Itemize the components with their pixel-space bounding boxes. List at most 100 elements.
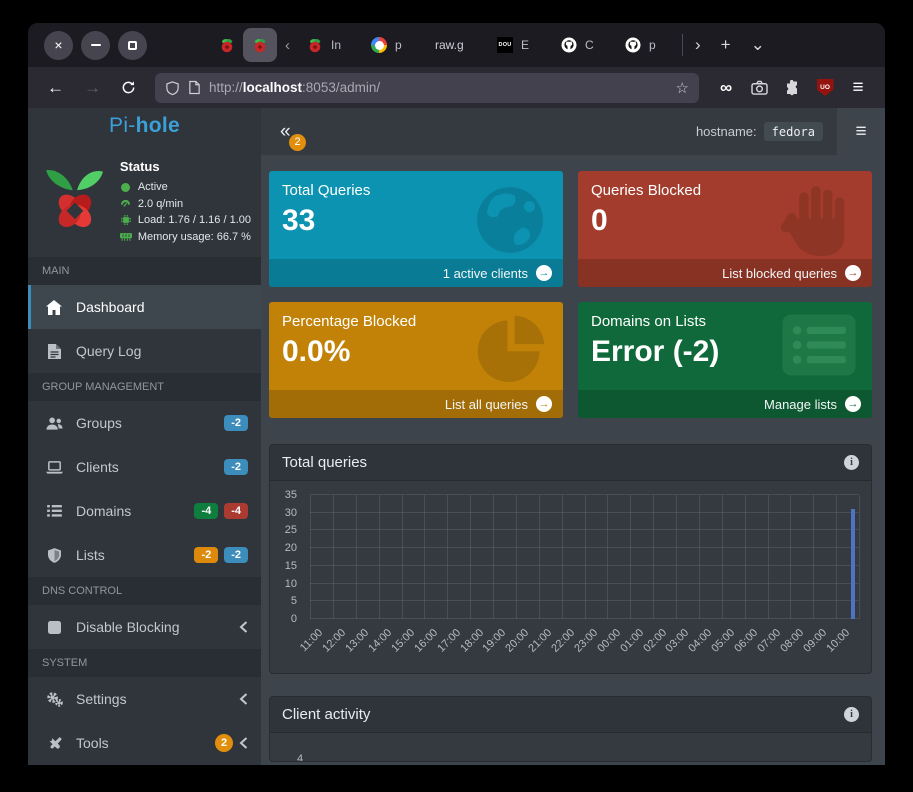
- browser-tab-3[interactable]: In: [298, 28, 362, 62]
- clients-count-badge: -2: [224, 459, 248, 475]
- total-queries-xaxis: 11:0012:0013:0014:0015:0016:0017:0018:00…: [310, 623, 859, 671]
- sidebar-item-lists[interactable]: Lists -2 -2: [28, 533, 261, 577]
- url-text: http://localhost:8053/admin/: [209, 80, 668, 95]
- puzzle-extensions-icon[interactable]: [779, 75, 805, 101]
- sidebar-item-groups[interactable]: Groups -2: [28, 401, 261, 445]
- sidebar-item-domains[interactable]: Domains -4 -4: [28, 489, 261, 533]
- total-queries-card: Total Queries 33 1 active clients →: [269, 171, 563, 287]
- window-maximize-button[interactable]: [118, 31, 147, 60]
- tab-title: C: [585, 38, 607, 52]
- tab-title: p: [649, 38, 671, 52]
- dashboard-content: Total Queries 33 1 active clients →: [261, 155, 885, 765]
- tab-title: raw.g: [435, 38, 479, 52]
- menu-label: Lists: [76, 547, 105, 563]
- sidebar-item-query-log[interactable]: Query Log: [28, 329, 261, 373]
- main-area: « 2 hostname: fedora ≡ Total Queries 33: [261, 108, 885, 765]
- browser-tab-pinned-pihole[interactable]: [211, 28, 243, 62]
- total-queries-plot: [310, 495, 859, 619]
- browser-tab-5[interactable]: raw.g: [426, 28, 488, 62]
- list-all-queries-link[interactable]: List all queries →: [269, 390, 563, 418]
- queries-blocked-card: Queries Blocked 0 List blocked queries →: [578, 171, 872, 287]
- status-block: Status Active 2.0 q/min Load: 1.76 / 1.1…: [28, 143, 261, 257]
- sidebar-item-tools[interactable]: Tools 2: [28, 721, 261, 765]
- firefox-menu-icon[interactable]: ≡: [845, 75, 871, 101]
- arrow-circle-right-icon: →: [845, 396, 861, 412]
- pihole-logo-text[interactable]: Pi-hole: [28, 108, 261, 143]
- shield-permissions-icon[interactable]: [165, 80, 180, 96]
- status-memory: Memory usage: 66.7 %: [120, 231, 251, 243]
- hand-paper-icon: [778, 181, 858, 261]
- extension-buttons: ∞ UO ≡: [709, 75, 875, 101]
- list-blocked-queries-link[interactable]: List blocked queries →: [578, 259, 872, 287]
- tab-dropdown-icon[interactable]: ⌄: [741, 35, 775, 55]
- domains-allow-badge: -4: [194, 503, 218, 519]
- percentage-blocked-card: Percentage Blocked 0.0% List all queries…: [269, 302, 563, 418]
- footer-label: 1 active clients: [443, 266, 528, 281]
- gears-icon: [45, 692, 63, 707]
- browser-tab-active-pihole[interactable]: [243, 28, 277, 62]
- pihole-favicon: [219, 37, 235, 53]
- users-icon: [45, 417, 63, 430]
- tab-strip: ‹ In p raw.g DOU E C p: [161, 23, 680, 67]
- containers-extension-icon[interactable]: ∞: [713, 75, 739, 101]
- dou-favicon: DOU: [497, 37, 513, 53]
- chevron-left-icon: [239, 737, 248, 749]
- tab-title: In: [331, 38, 353, 52]
- domains-deny-badge: -4: [224, 503, 248, 519]
- app-topbar: « 2 hostname: fedora ≡: [261, 108, 885, 155]
- browser-tab-6[interactable]: DOU E: [488, 28, 552, 62]
- sidebar-item-disable-blocking[interactable]: Disable Blocking: [28, 605, 261, 649]
- file-icon: [45, 344, 63, 359]
- manage-lists-link[interactable]: Manage lists →: [578, 390, 872, 418]
- sidebar-item-dashboard[interactable]: Dashboard: [28, 285, 261, 329]
- browser-tab-8[interactable]: p: [616, 28, 680, 62]
- sidebar-item-clients[interactable]: Clients -2: [28, 445, 261, 489]
- chevron-left-icon: [239, 693, 248, 705]
- menu-section-dns-control: DNS CONTROL: [28, 577, 261, 605]
- new-tab-button[interactable]: +: [711, 35, 741, 55]
- hamburger-icon: ≡: [855, 121, 866, 142]
- reload-button[interactable]: [112, 76, 145, 99]
- bookmark-star-icon[interactable]: ☆: [676, 79, 689, 97]
- total-queries-footer-link[interactable]: 1 active clients →: [269, 259, 563, 287]
- page-info-icon[interactable]: [188, 80, 201, 95]
- ublock-shield: UO: [817, 79, 834, 96]
- microchip-icon: [120, 215, 132, 225]
- ublock-origin-icon[interactable]: UO: [812, 75, 838, 101]
- lists-warn-badge: -2: [194, 547, 218, 563]
- window-minimize-button[interactable]: [81, 31, 110, 60]
- th-list-icon: [780, 312, 858, 378]
- browser-tab-4[interactable]: p: [362, 28, 426, 62]
- window-close-button[interactable]: ×: [44, 31, 73, 60]
- forward-button[interactable]: →: [75, 74, 110, 102]
- sidebar-item-settings[interactable]: Settings: [28, 677, 261, 721]
- browser-window: × ‹ In p raw.g DOU: [28, 23, 885, 765]
- tab-scroll-right-icon[interactable]: ›: [685, 35, 711, 55]
- info-icon[interactable]: i: [844, 707, 859, 722]
- browser-tab-7[interactable]: C: [552, 28, 616, 62]
- status-rate: 2.0 q/min: [120, 198, 251, 210]
- github-favicon: [625, 37, 641, 53]
- menu-label: Dashboard: [76, 299, 145, 315]
- hostname-display: hostname: fedora: [696, 122, 823, 141]
- panel-title: Client activity: [282, 706, 370, 723]
- back-button[interactable]: ←: [38, 74, 73, 102]
- app-menu-button[interactable]: ≡: [837, 108, 885, 155]
- footer-label: List blocked queries: [722, 266, 837, 281]
- gauge-icon: [120, 199, 132, 209]
- memory-icon: [120, 232, 132, 241]
- menu-section-main: MAIN: [28, 257, 261, 285]
- tab-scroll-left-icon[interactable]: ‹: [277, 37, 298, 54]
- screenshot-camera-icon[interactable]: [746, 75, 772, 101]
- sidebar-collapse-button[interactable]: « 2: [280, 121, 310, 143]
- status-load: Load: 1.76 / 1.16 / 1.00: [120, 214, 251, 226]
- client-activity-panel: Client activity i 4: [269, 696, 872, 762]
- hostname-label: hostname:: [696, 124, 757, 139]
- status-rate-text: 2.0 q/min: [138, 198, 183, 210]
- info-icon[interactable]: i: [844, 455, 859, 470]
- laptop-icon: [45, 461, 63, 474]
- stop-icon: [45, 621, 63, 634]
- sidebar-menu: MAIN Dashboard Query Log GROUP MANAGEMEN…: [28, 257, 261, 765]
- url-bar[interactable]: http://localhost:8053/admin/ ☆: [155, 73, 699, 103]
- menu-label: Settings: [76, 691, 127, 707]
